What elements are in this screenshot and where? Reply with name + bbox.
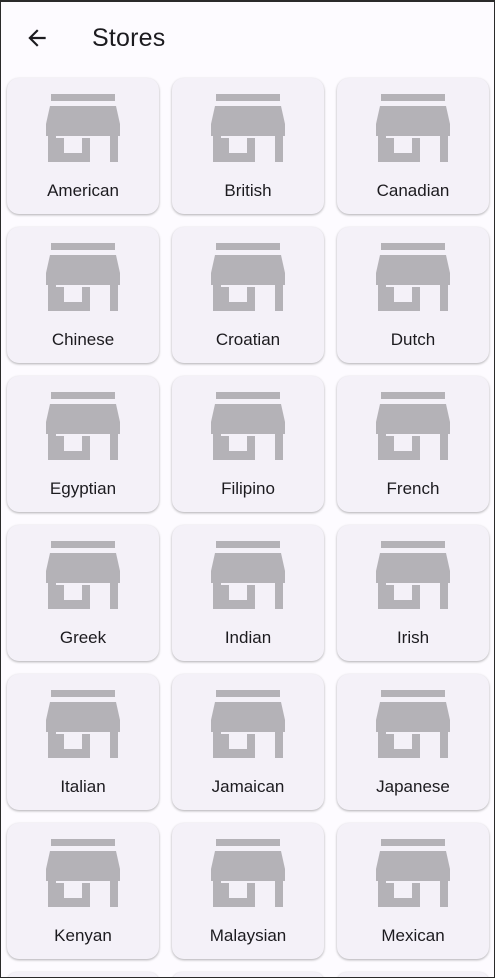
storefront-icon bbox=[211, 243, 285, 311]
store-card[interactable]: Irish bbox=[337, 525, 489, 661]
back-button[interactable] bbox=[19, 22, 55, 54]
store-label: Japanese bbox=[376, 777, 450, 796]
store-card[interactable]: Filipino bbox=[172, 376, 324, 512]
storefront-icon bbox=[211, 541, 285, 609]
storefront-icon bbox=[376, 541, 450, 609]
storefront-icon bbox=[211, 690, 285, 758]
page-title: Stores bbox=[92, 24, 166, 52]
store-card[interactable]: Egyptian bbox=[7, 376, 159, 512]
storefront-icon bbox=[46, 392, 120, 460]
store-label: American bbox=[47, 181, 119, 200]
storefront-icon bbox=[46, 690, 120, 758]
store-card[interactable]: Canadian bbox=[337, 78, 489, 214]
store-card[interactable]: British bbox=[172, 78, 324, 214]
storefront-icon bbox=[211, 839, 285, 907]
store-label: Italian bbox=[60, 777, 106, 796]
storefront-icon bbox=[376, 392, 450, 460]
store-card[interactable]: Italian bbox=[7, 674, 159, 810]
store-card[interactable]: French bbox=[337, 376, 489, 512]
storefront-icon bbox=[46, 839, 120, 907]
store-card-partial[interactable] bbox=[172, 972, 324, 977]
store-label: Mexican bbox=[381, 926, 445, 945]
store-label: Filipino bbox=[221, 479, 275, 498]
store-card[interactable]: Mexican bbox=[337, 823, 489, 959]
storefront-icon bbox=[46, 94, 120, 162]
storefront-icon bbox=[211, 392, 285, 460]
app-bar: Stores bbox=[1, 2, 494, 74]
store-label: Canadian bbox=[376, 181, 450, 200]
store-label: Greek bbox=[59, 628, 107, 647]
store-label: Croatian bbox=[215, 330, 281, 349]
storefront-icon bbox=[46, 541, 120, 609]
store-label: British bbox=[224, 181, 272, 200]
store-label: Malaysian bbox=[209, 926, 287, 945]
store-label: Egyptian bbox=[49, 479, 117, 498]
store-label: Irish bbox=[396, 628, 430, 647]
store-label: French bbox=[386, 479, 440, 498]
store-card[interactable]: Indian bbox=[172, 525, 324, 661]
store-card[interactable]: Japanese bbox=[337, 674, 489, 810]
store-card-partial[interactable] bbox=[7, 972, 159, 977]
stores-grid: American British Canadian Chinese Croati… bbox=[7, 78, 494, 977]
store-card[interactable]: American bbox=[7, 78, 159, 214]
arrow-left-icon bbox=[28, 29, 46, 47]
storefront-icon bbox=[376, 690, 450, 758]
store-card[interactable]: Croatian bbox=[172, 227, 324, 363]
store-label: Chinese bbox=[51, 330, 115, 349]
app-screen: Stores American British Canadian Chinese… bbox=[0, 0, 495, 978]
store-card[interactable]: Chinese bbox=[7, 227, 159, 363]
store-card[interactable]: Jamaican bbox=[172, 674, 324, 810]
store-card[interactable]: Kenyan bbox=[7, 823, 159, 959]
store-card[interactable]: Malaysian bbox=[172, 823, 324, 959]
storefront-icon bbox=[211, 94, 285, 162]
storefront-icon bbox=[376, 243, 450, 311]
store-label: Jamaican bbox=[211, 777, 285, 796]
store-label: Dutch bbox=[390, 330, 436, 349]
store-card-partial[interactable] bbox=[337, 972, 489, 977]
storefront-icon bbox=[46, 243, 120, 311]
storefront-icon bbox=[376, 94, 450, 162]
store-card[interactable]: Greek bbox=[7, 525, 159, 661]
store-label: Kenyan bbox=[54, 926, 112, 945]
store-label: Indian bbox=[224, 628, 272, 647]
storefront-icon bbox=[376, 839, 450, 907]
store-card[interactable]: Dutch bbox=[337, 227, 489, 363]
